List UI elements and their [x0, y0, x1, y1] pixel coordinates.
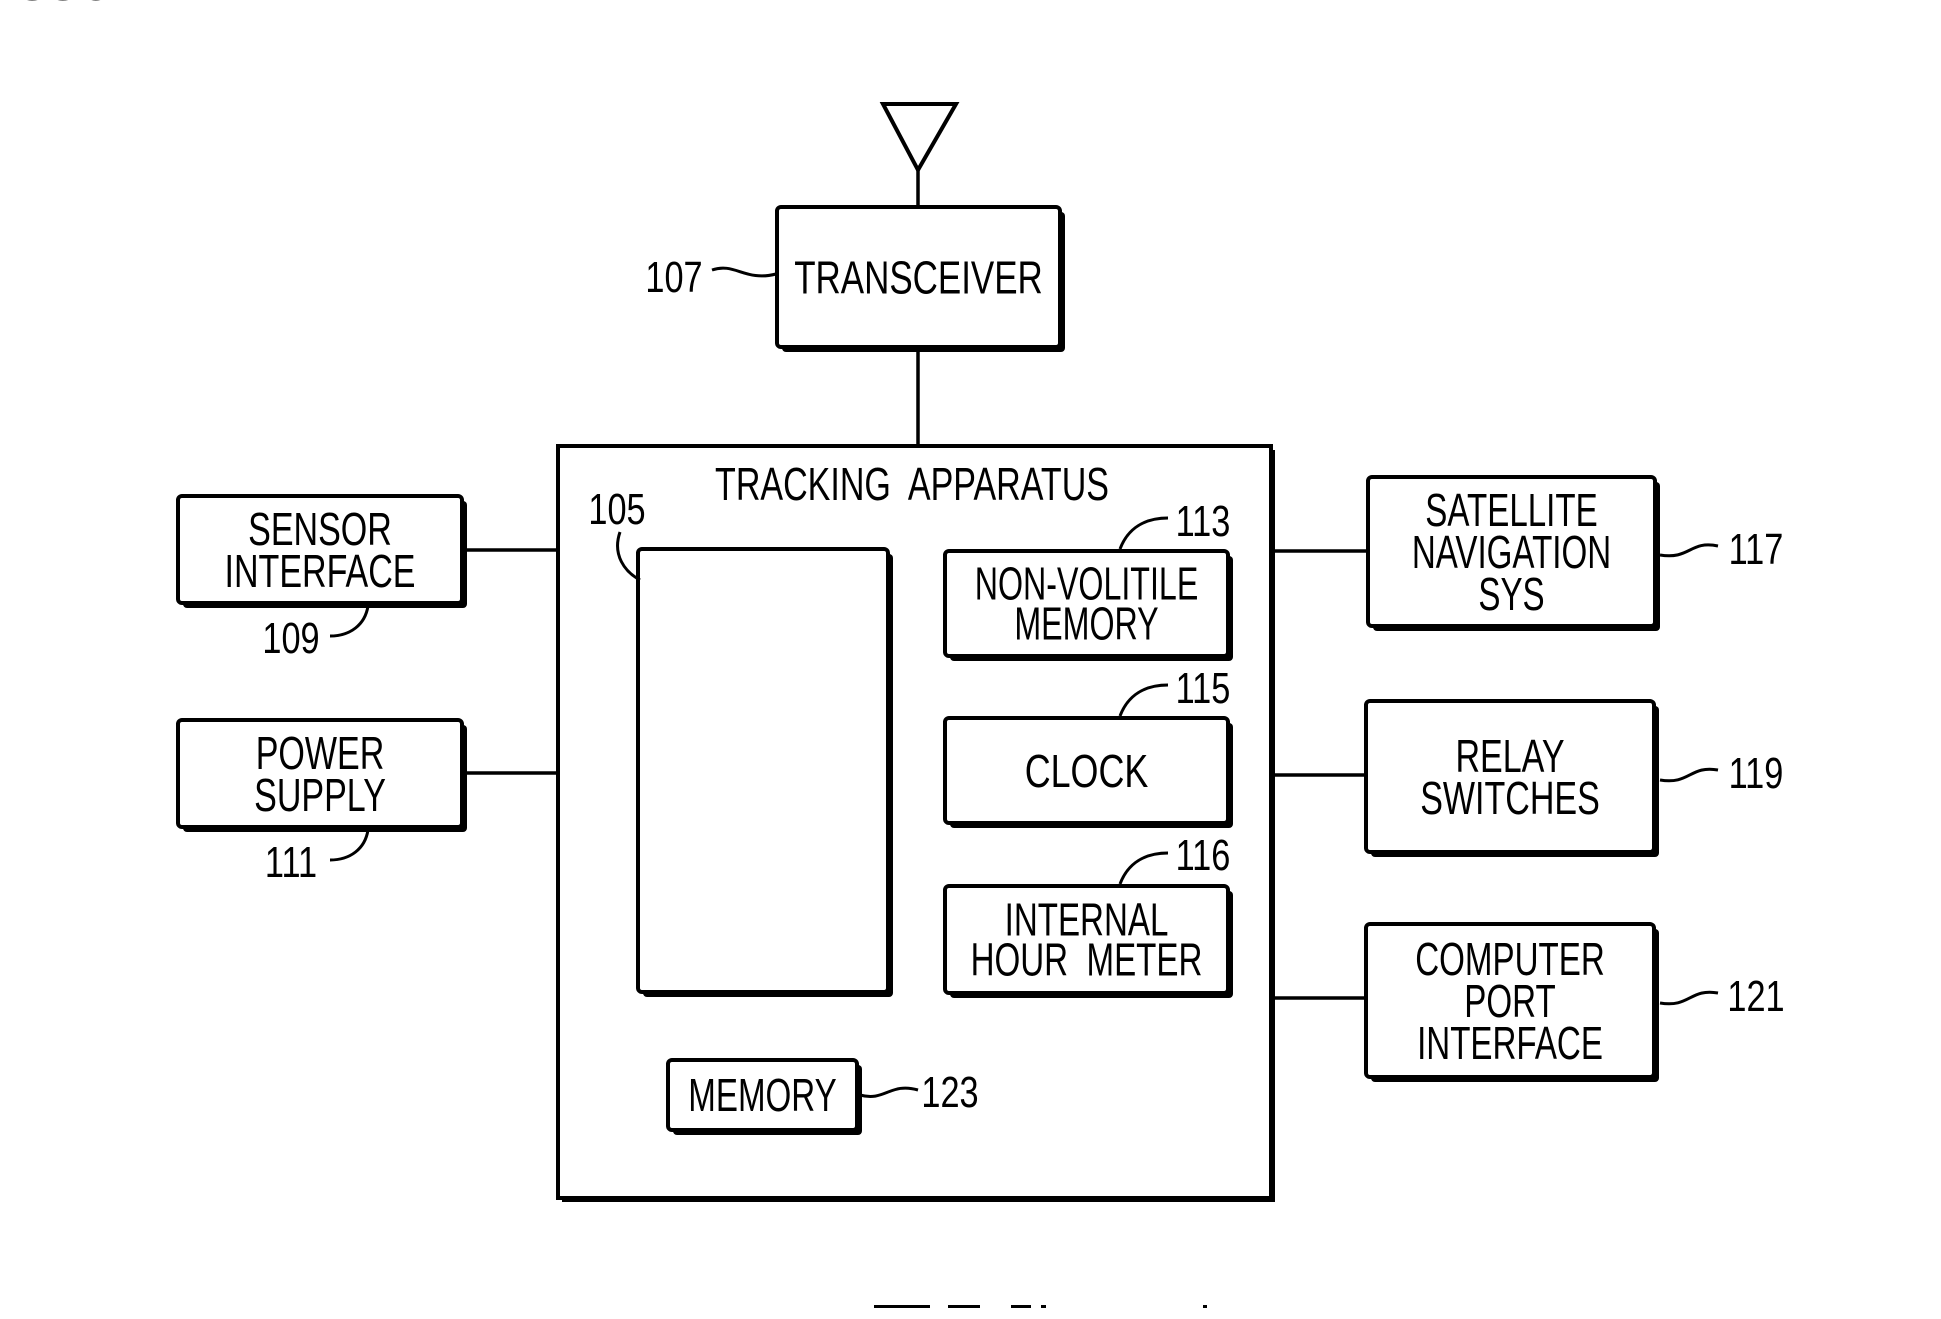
clock-label-line: CLOCK [1025, 746, 1149, 797]
computer-port-leader-line [1659, 990, 1719, 1006]
antenna-icon [879, 102, 960, 175]
processor-reference-number: 105 [588, 485, 645, 534]
satellite-nav-label-line: SYS [1478, 570, 1544, 620]
processor-label-line: PROCESSOR [0, 0, 147, 10]
clipped-figure-caption [874, 1305, 1207, 1308]
power-supply-leader-line [329, 829, 370, 862]
satellite-nav-leader-line [1659, 543, 1719, 558]
computer-port-label-line: INTERFACE [1417, 1019, 1603, 1069]
satellite-nav-reference-number: 117 [1729, 525, 1784, 574]
caption-fragment [1041, 1305, 1046, 1308]
processor-block [636, 547, 893, 997]
nonvolatile-memory-label-line: MEMORY [1014, 599, 1158, 650]
sensor-interface-reference-number: 109 [262, 614, 319, 663]
caption-fragment [1011, 1305, 1031, 1308]
computer-port-reference-number: 121 [1727, 972, 1784, 1021]
processor-box [636, 547, 890, 994]
relay-switches-label-line: SWITCHES [1420, 772, 1600, 824]
tracking-apparatus-title: TRACKING APPARATUS [715, 458, 1109, 510]
transceiver-leader-line [711, 266, 777, 278]
relay-switches-reference-number: 119 [1729, 749, 1784, 798]
hour-meter-label-line: HOUR METER [971, 935, 1203, 985]
power-supply-reference-number: 111 [265, 838, 317, 887]
caption-fragment [1203, 1305, 1207, 1308]
power-supply-label-line: SUPPLY [254, 769, 386, 821]
block-diagram: TRANSCEIVERPROCESSORNON-VOLITILEMEMORYCL… [0, 0, 1785, 1308]
sensor-interface-label-line: INTERFACE [225, 545, 416, 597]
caption-fragment [948, 1305, 980, 1308]
caption-fragment [874, 1305, 930, 1308]
relay-switches-leader-line [1659, 767, 1719, 783]
transceiver-reference-number: 107 [645, 253, 702, 302]
nonvolatile-memory-reference-number: 113 [1176, 497, 1231, 546]
transceiver-label-line: TRANSCEIVER [794, 252, 1043, 304]
clock-reference-number: 115 [1176, 664, 1231, 713]
sensor-interface-leader-line [329, 605, 370, 638]
memory-label-line: MEMORY [688, 1071, 836, 1121]
memory-reference-number: 123 [921, 1068, 978, 1117]
hour-meter-reference-number: 116 [1176, 831, 1231, 880]
